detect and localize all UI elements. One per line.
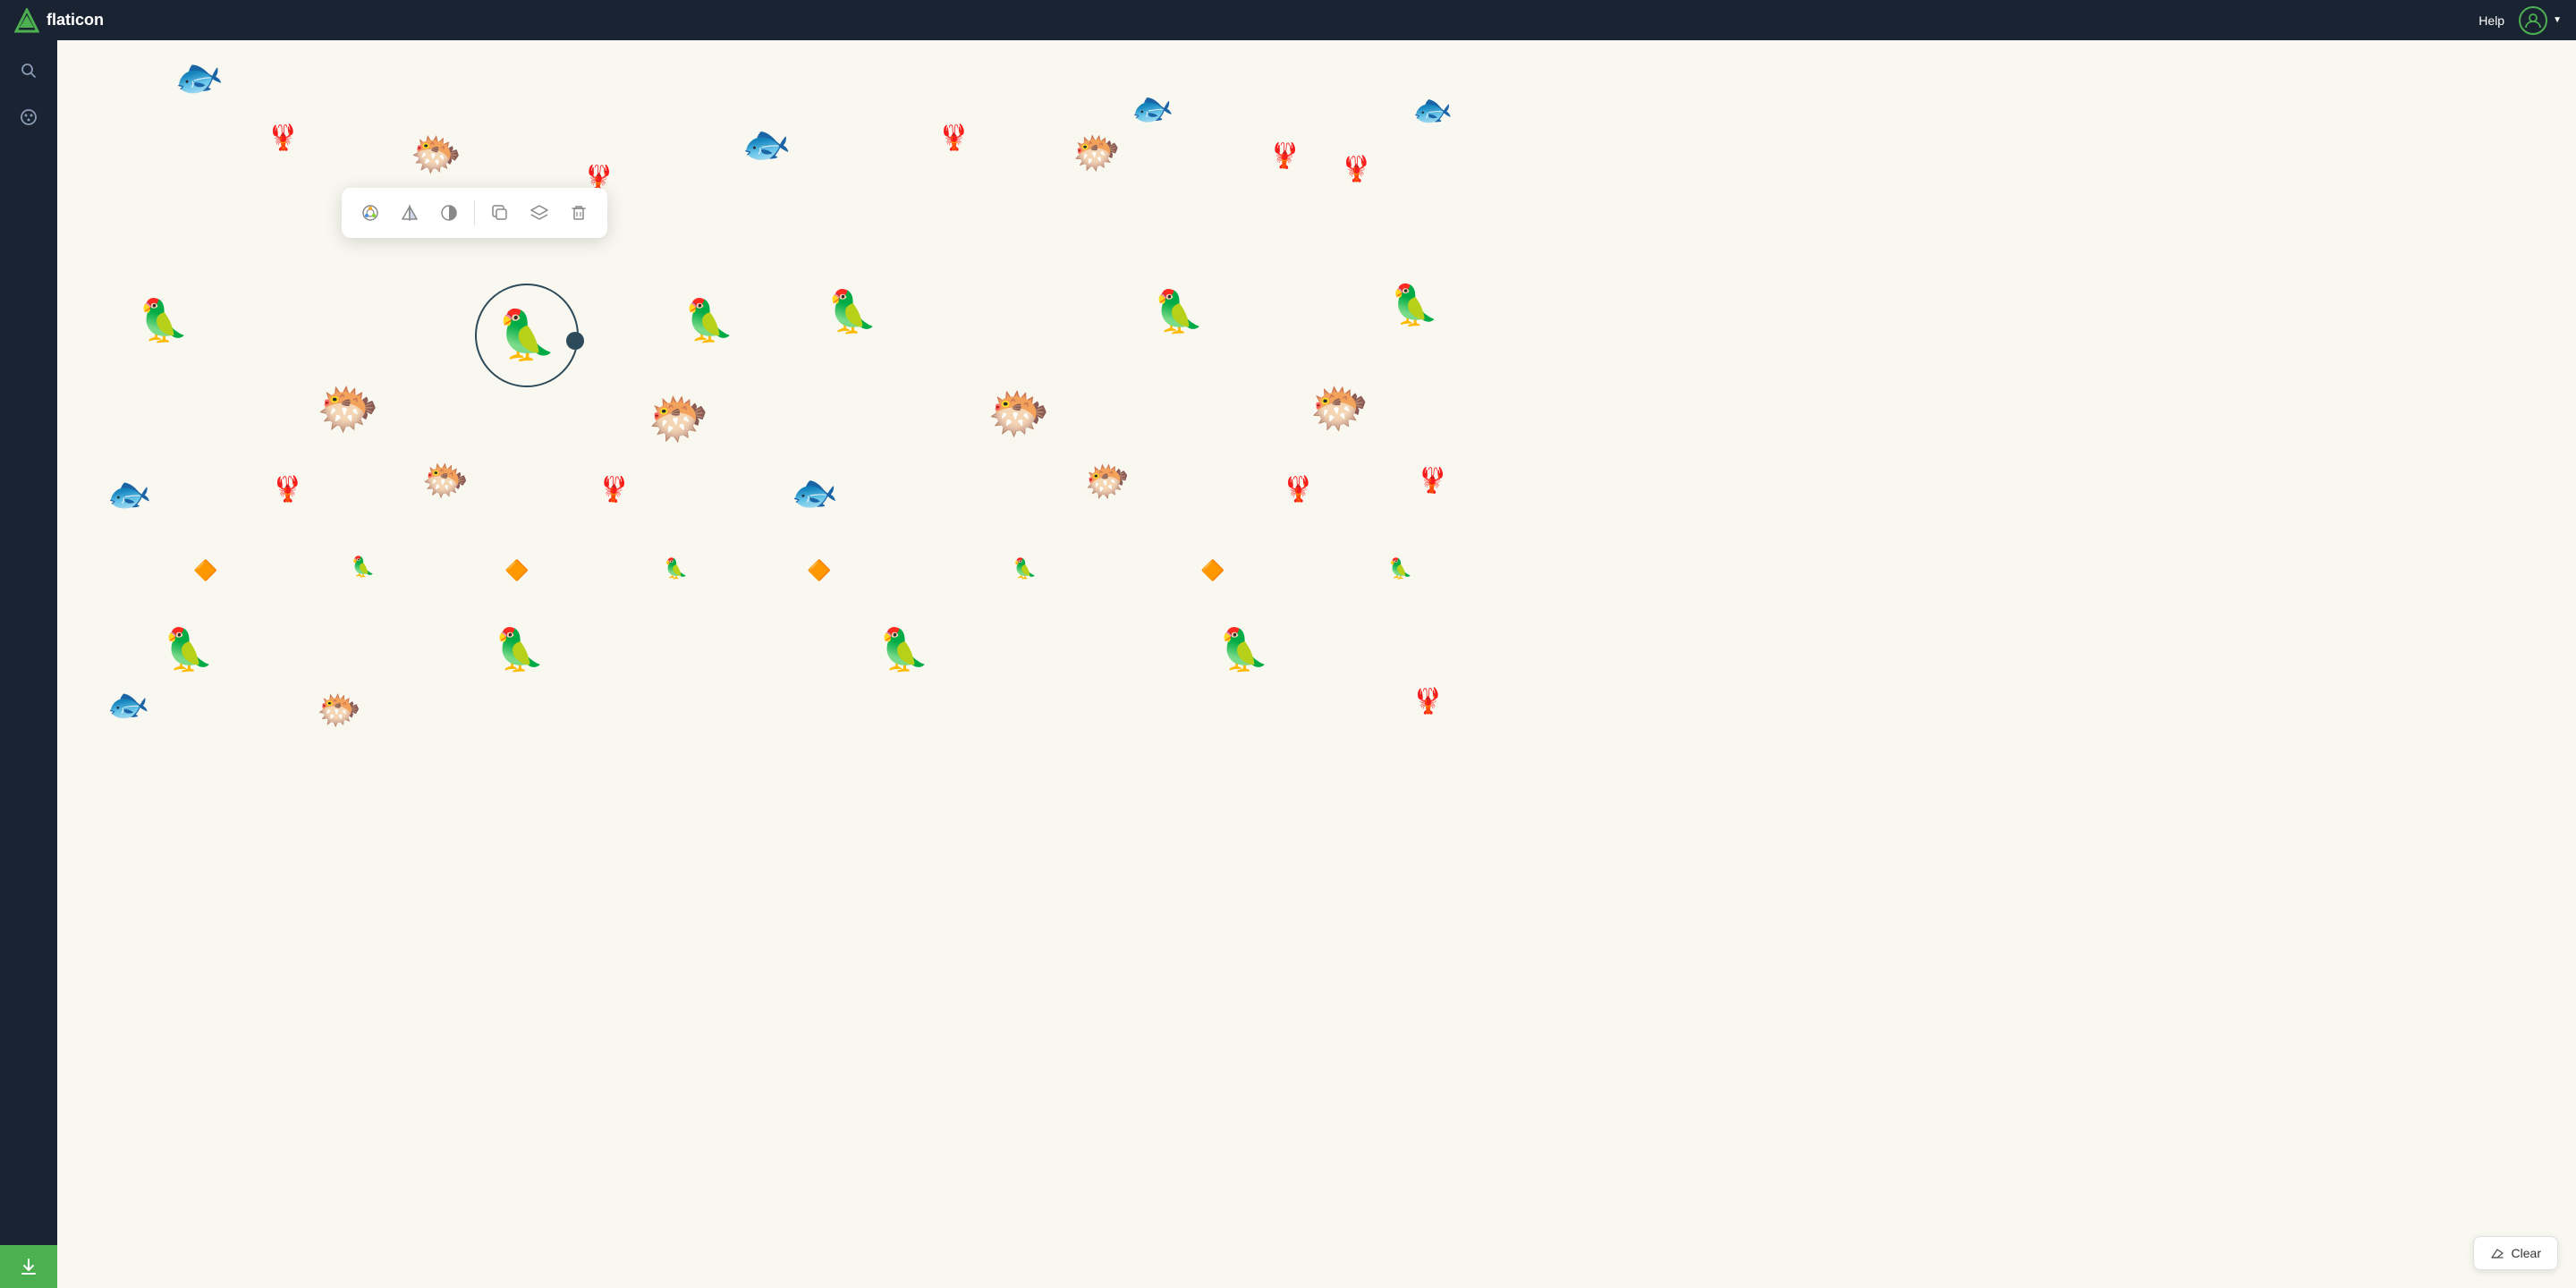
duplicate-button[interactable] <box>482 195 518 231</box>
layers-button[interactable] <box>521 195 557 231</box>
avatar-button[interactable] <box>2519 6 2547 35</box>
pattern-item: 🦜 <box>163 629 214 670</box>
duplicate-icon <box>490 203 510 223</box>
pattern-item: 🐡 <box>646 391 712 446</box>
pattern-item: 🐡 <box>986 386 1052 442</box>
clear-button-label: Clear <box>2512 1246 2541 1260</box>
pattern-item: 🦞 <box>938 125 970 150</box>
pattern-item: 🔶 <box>1200 561 1224 580</box>
pattern-item: 🐟 <box>1411 91 1454 129</box>
pattern-item: 🦜 <box>138 300 189 341</box>
pattern-item: 🦜 <box>1013 559 1037 579</box>
pattern-item: 🐡 <box>419 460 471 504</box>
help-link[interactable]: Help <box>2479 13 2504 28</box>
delete-button[interactable] <box>561 195 597 231</box>
pattern-item: 🐟 <box>1128 88 1176 130</box>
pattern-item: 🦜 <box>826 291 877 332</box>
contrast-icon <box>439 203 459 223</box>
pattern-item: 🦞 <box>1412 689 1444 714</box>
pattern-item: 🐟 <box>739 122 794 169</box>
pattern-item: 🐡 <box>315 382 381 437</box>
pattern-item: 🦞 <box>1283 477 1314 502</box>
toolbar-divider <box>474 200 475 225</box>
user-icon <box>2524 12 2542 30</box>
pattern-item: 🦜 <box>1218 629 1269 670</box>
trash-icon <box>569 203 589 223</box>
pattern-item: 🦜 <box>683 300 734 341</box>
flip-icon <box>400 203 419 223</box>
contrast-button[interactable] <box>431 195 467 231</box>
pattern-item: 🦜 <box>1390 286 1439 326</box>
pattern-item: 🦜 <box>494 629 545 670</box>
selected-item-handle[interactable] <box>566 332 584 350</box>
pattern-item: 🐟 <box>104 473 154 516</box>
pattern-item: 🦞 <box>267 125 299 150</box>
flaticon-logo-icon <box>14 8 39 33</box>
pattern-item: 🦜 <box>878 629 929 670</box>
download-icon <box>19 1257 38 1276</box>
selected-item-circle: 🦜 <box>475 284 579 387</box>
flip-button[interactable] <box>392 195 428 231</box>
canvas-area[interactable]: 🐟🦞🐡🦞🐟🦞🐡🦞🐟🦞🐟🦜🦜🦜🦜🦜🐡🐡🐡🐡🐟🦞🐡🦞🐟🦞🐡🦞🔶🦜🔶🦜🔶🦜🔶🦜🦜🦜🦜🦜… <box>57 40 2576 1288</box>
pattern-item: 🦜 <box>1388 559 1412 579</box>
pattern-item: 🐡 <box>1308 382 1372 436</box>
pattern-item: 🦜 <box>664 559 688 579</box>
pattern-item: 🦜 <box>1153 291 1204 332</box>
pattern-item: 🔶 <box>193 561 217 580</box>
sidebar-item-search[interactable] <box>9 51 48 90</box>
color-picker-button[interactable] <box>352 195 388 231</box>
selected-toucan[interactable]: 🦜 <box>496 311 556 360</box>
pattern-item: 🦞 <box>1268 142 1301 170</box>
pattern-item: 🐡 <box>1071 132 1123 176</box>
pattern-item: 🐡 <box>407 130 464 179</box>
pattern-item: 🐟 <box>169 53 226 104</box>
sidebar <box>0 40 57 1288</box>
header-right: Help ▼ <box>2479 6 2562 35</box>
pattern-item: 🦞 <box>597 476 631 504</box>
clear-button[interactable]: Clear <box>2473 1236 2558 1270</box>
pattern-item: 🦜 <box>351 557 375 577</box>
eraser-icon <box>2490 1246 2504 1260</box>
header: flaticon Help ▼ <box>0 0 2576 40</box>
pattern-item: 🔶 <box>807 561 831 580</box>
layers-icon <box>530 203 549 223</box>
avatar-dropdown-caret[interactable]: ▼ <box>2553 15 2562 25</box>
palette-icon <box>20 108 38 126</box>
pattern-item: 🐡 <box>1081 460 1133 504</box>
color-picker-icon <box>360 203 380 223</box>
pattern-item: 🐟 <box>788 471 840 515</box>
pattern-item: 🐟 <box>104 685 151 726</box>
pattern-item: 🦞 <box>1341 157 1372 182</box>
logo-text: flaticon <box>47 11 104 30</box>
pattern-item: 🔶 <box>504 561 529 580</box>
pattern-item: 🦞 <box>1416 467 1449 495</box>
pattern-item: 🐡 <box>315 691 362 731</box>
sidebar-item-palette[interactable] <box>9 97 48 137</box>
search-icon <box>20 62 38 80</box>
sidebar-item-download[interactable] <box>0 1245 57 1288</box>
logo[interactable]: flaticon <box>14 8 104 33</box>
toolbar-popup <box>342 188 607 238</box>
pattern-item: 🦞 <box>272 477 303 502</box>
